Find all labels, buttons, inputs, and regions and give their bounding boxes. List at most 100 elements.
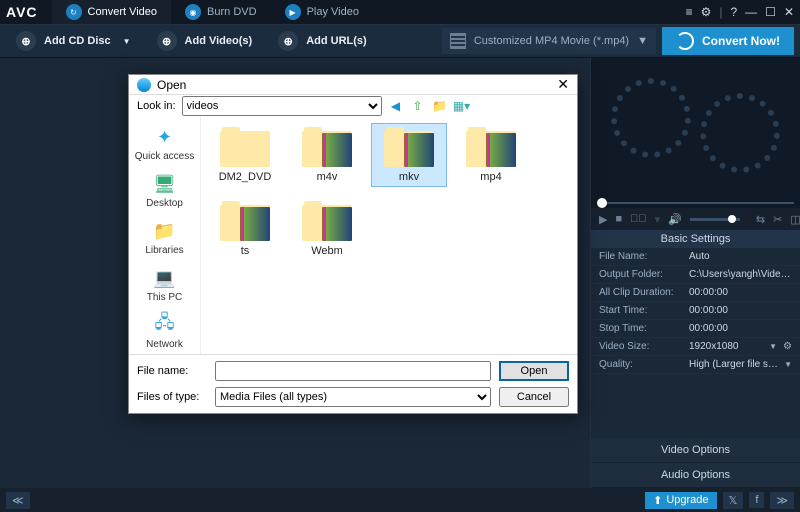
expand-right-button[interactable]: ≫ — [770, 492, 794, 509]
setting-value[interactable]: High (Larger file size) — [689, 359, 780, 370]
filename-input[interactable] — [215, 361, 491, 381]
stop-icon[interactable]: ■ — [615, 213, 622, 225]
folder-item[interactable]: ts — [207, 197, 283, 261]
folder-item[interactable]: m4v — [289, 123, 365, 187]
back-icon[interactable]: ◀ — [388, 98, 404, 114]
setting-value: 00:00:00 — [689, 305, 792, 316]
folder-label: mp4 — [480, 171, 501, 183]
setting-key: File Name: — [599, 251, 689, 262]
place-icon: 🖥 — [151, 172, 179, 196]
gear-icon[interactable]: ⚙ — [701, 5, 712, 19]
chevron-down-icon: ▼ — [123, 37, 131, 46]
app-logo: AVC — [6, 4, 38, 20]
places-item[interactable]: 🖥 Desktop — [129, 168, 200, 213]
tab-burn-dvd[interactable]: ◉ Burn DVD — [171, 0, 271, 24]
folder-icon — [302, 201, 352, 241]
disc-icon: ◉ — [185, 4, 201, 20]
folder-label: Webm — [311, 245, 343, 257]
settings-row: Quality:High (Larger file size) ▼ — [591, 356, 800, 374]
folder-item[interactable]: mkv — [371, 123, 447, 187]
playback-controls: ▶ ■ �⃞ ▾ 🔊 ⇆ ✂ ◫ — [591, 208, 800, 230]
place-label: Quick access — [135, 151, 194, 162]
tab-label: Convert Video — [88, 6, 158, 18]
film-icon — [450, 33, 466, 49]
folder-label: DM2_DVD — [219, 171, 272, 183]
film-reel-icon — [700, 93, 780, 173]
filename-label: File name: — [137, 365, 207, 377]
add-videos-button[interactable]: ⊕ Add Video(s) — [147, 28, 263, 54]
side-panel: ▶ ■ �⃞ ▾ 🔊 ⇆ ✂ ◫ Basic Settings File Nam… — [590, 58, 800, 488]
settings-row: Start Time:00:00:00 — [591, 302, 800, 320]
maximize-icon[interactable]: ☐ — [765, 5, 776, 19]
setting-value: 00:00:00 — [689, 287, 792, 298]
play-icon[interactable]: ▶ — [599, 213, 607, 226]
link-icon[interactable]: ⇆ — [756, 213, 765, 226]
basic-settings-header: Basic Settings — [591, 230, 800, 248]
dialog-title: Open — [157, 78, 186, 92]
cancel-button[interactable]: Cancel — [499, 387, 569, 407]
title-bar: AVC ↻ Convert Video ◉ Burn DVD ▶ Play Vi… — [0, 0, 800, 24]
minimize-icon[interactable]: — — [745, 5, 757, 19]
place-icon: 🖧 — [151, 313, 179, 337]
folder-label: m4v — [317, 171, 338, 183]
preview-area — [591, 58, 800, 208]
places-item[interactable]: 💻This PC — [129, 262, 200, 307]
place-icon: 📁 — [151, 219, 179, 243]
video-plus-icon: ⊕ — [157, 31, 177, 51]
audio-options-button[interactable]: Audio Options — [591, 463, 800, 488]
folder-label: mkv — [399, 171, 419, 183]
place-icon: 💻 — [151, 266, 179, 290]
add-cd-disc-button[interactable]: ⊕ Add CD Disc ▼ — [6, 28, 141, 54]
close-icon[interactable]: ✕ — [784, 5, 794, 19]
up-folder-icon[interactable]: ⇧ — [410, 98, 426, 114]
volume-slider[interactable] — [690, 218, 740, 221]
settings-row: Stop Time:00:00:00 — [591, 320, 800, 338]
chevron-down-icon[interactable]: ▼ — [784, 360, 792, 369]
setting-value: C:\Users\yangh\Videos... — [689, 269, 792, 280]
chevron-down-icon[interactable]: ▼ — [769, 342, 777, 351]
volume-icon[interactable]: 🔊 — [668, 213, 682, 226]
gear-icon[interactable]: ⚙ — [783, 341, 792, 352]
video-options-button[interactable]: Video Options — [591, 438, 800, 463]
upgrade-button[interactable]: ⬆Upgrade — [645, 492, 716, 509]
folder-item[interactable]: Webm — [289, 197, 365, 261]
places-item[interactable]: ✦ Quick access — [129, 121, 200, 166]
refresh-icon — [676, 32, 694, 50]
seek-slider[interactable] — [597, 202, 794, 204]
folder-label: ts — [241, 245, 250, 257]
help-icon[interactable]: ? — [730, 5, 737, 19]
setting-value: 00:00:00 — [689, 323, 792, 334]
place-label: Desktop — [146, 198, 183, 209]
place-icon: ✦ — [151, 125, 179, 149]
globe-plus-icon: ⊕ — [278, 31, 298, 51]
folder-item[interactable]: DM2_DVD — [207, 123, 283, 187]
filetype-dropdown[interactable]: Media Files (all types) — [215, 387, 491, 407]
view-menu-icon[interactable]: ▦▾ — [454, 98, 470, 114]
setting-value[interactable]: 1920x1080 — [689, 341, 765, 352]
tab-label: Play Video — [307, 6, 359, 18]
convert-now-button[interactable]: Convert Now! — [662, 27, 794, 55]
setting-key: Quality: — [599, 359, 689, 370]
crop-icon[interactable]: ◫ — [790, 213, 800, 226]
places-item[interactable]: 🖧Network — [129, 309, 200, 354]
filetype-label: Files of type: — [137, 391, 207, 403]
cut-icon[interactable]: ✂ — [773, 213, 782, 226]
new-folder-icon[interactable]: 📁 — [432, 98, 448, 114]
lookin-dropdown[interactable]: videos — [182, 96, 382, 116]
places-item[interactable]: 📁Libraries — [129, 215, 200, 260]
folder-item[interactable]: mp4 — [453, 123, 529, 187]
add-urls-button[interactable]: ⊕ Add URL(s) — [268, 28, 377, 54]
play-icon: ▶ — [285, 4, 301, 20]
open-button[interactable]: Open — [499, 361, 569, 381]
list-icon[interactable]: ≡ — [686, 5, 693, 19]
output-profile-dropdown[interactable]: Customized MP4 Movie (*.mp4) ▼ — [442, 28, 656, 54]
snapshot-icon[interactable]: �⃞ — [630, 213, 647, 225]
close-icon[interactable]: ✕ — [557, 76, 569, 93]
collapse-left-button[interactable]: ≪ — [6, 492, 30, 509]
places-sidebar: ✦Quick access🖥Desktop📁Libraries💻This PC🖧… — [129, 117, 201, 354]
facebook-icon[interactable]: f — [749, 492, 764, 508]
tab-convert-video[interactable]: ↻ Convert Video — [52, 0, 172, 24]
tab-play-video[interactable]: ▶ Play Video — [271, 0, 373, 24]
twitter-icon[interactable]: 𝕏 — [723, 492, 744, 509]
setting-key: Video Size: — [599, 341, 689, 352]
